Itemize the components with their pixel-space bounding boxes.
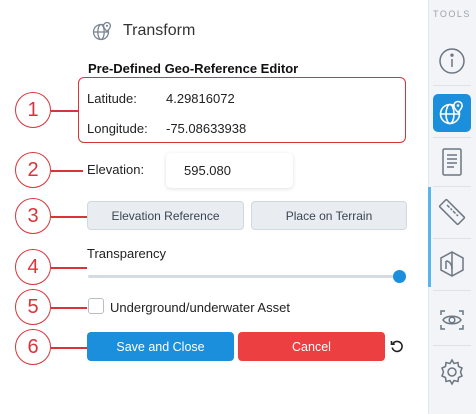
callout-line-4: [51, 267, 87, 269]
latitude-value[interactable]: 4.29816072: [166, 91, 235, 106]
globe-pin-icon: [91, 20, 113, 42]
place-on-terrain-button[interactable]: Place on Terrain: [251, 201, 407, 230]
elevation-label: Elevation:: [87, 162, 145, 177]
callout-line-3: [51, 216, 87, 218]
tools-label: TOOLS: [433, 9, 471, 19]
callout-5: 5: [15, 289, 51, 325]
divider: [433, 137, 471, 138]
elevation-reference-button[interactable]: Elevation Reference: [87, 201, 244, 230]
longitude-value[interactable]: -75.08633938: [166, 121, 246, 136]
reset-icon[interactable]: [390, 339, 404, 353]
info-icon[interactable]: [433, 42, 471, 80]
eye-icon[interactable]: [433, 301, 471, 339]
save-and-close-button[interactable]: Save and Close: [87, 332, 234, 361]
transparency-slider-thumb[interactable]: [393, 270, 406, 283]
divider: [433, 345, 471, 346]
callout-6: 6: [15, 329, 51, 365]
ruler-icon[interactable]: [433, 193, 471, 231]
callout-line-5: [51, 307, 87, 309]
document-icon[interactable]: [433, 143, 471, 181]
section-title: Pre-Defined Geo-Reference Editor: [88, 61, 299, 76]
underground-checkbox[interactable]: [88, 298, 104, 314]
transparency-label: Transparency: [87, 246, 166, 261]
elevation-input[interactable]: 595.080: [166, 153, 293, 188]
divider: [433, 290, 471, 291]
underground-label: Underground/underwater Asset: [110, 300, 290, 315]
sidebar-accent: [428, 187, 431, 287]
callout-line-6: [51, 347, 87, 349]
globe-pin-tool-icon[interactable]: [433, 94, 471, 132]
gear-icon[interactable]: [433, 353, 471, 391]
layers-icon[interactable]: [433, 245, 471, 283]
elevation-value: 595.080: [184, 163, 231, 178]
callout-line-1: [51, 110, 79, 112]
callout-1: 1: [15, 92, 51, 128]
callout-2: 2: [15, 152, 51, 188]
cancel-button[interactable]: Cancel: [238, 332, 385, 361]
latitude-label: Latitude:: [87, 91, 137, 106]
divider: [433, 238, 471, 239]
callout-3: 3: [15, 198, 51, 234]
divider: [433, 186, 471, 187]
longitude-label: Longitude:: [87, 121, 148, 136]
divider: [433, 85, 471, 86]
callout-line-2: [51, 170, 83, 172]
callout-4: 4: [15, 249, 51, 285]
panel-title: Transform: [123, 22, 196, 39]
transparency-slider-track[interactable]: [88, 275, 400, 278]
